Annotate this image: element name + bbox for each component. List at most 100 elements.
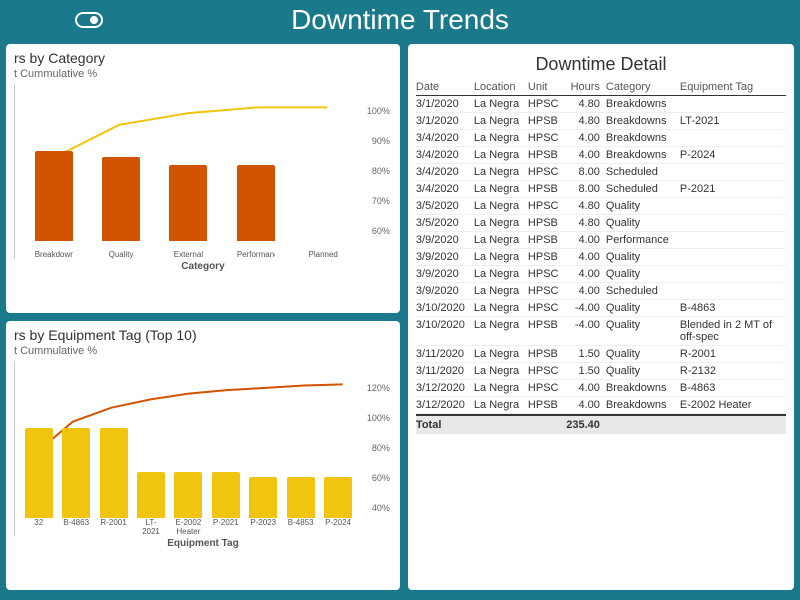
cell-category: Quality [606, 365, 680, 377]
y-tick: 120% [367, 383, 390, 393]
cell-tag [680, 98, 786, 110]
bar[interactable] [25, 428, 53, 518]
cell-tag [680, 285, 786, 297]
y-tick: 60% [372, 473, 390, 483]
detail-panel: Downtime Detail Date Location Unit Hours… [406, 42, 796, 592]
chart1-area: BreakdownsQualityExternalPerformancePlan… [14, 84, 392, 259]
bar[interactable] [137, 472, 165, 518]
col-category[interactable]: Category [606, 81, 680, 93]
cell-location: La Negra [474, 251, 528, 263]
table-row[interactable]: 3/11/2020La NegraHPSC1.50QualityR-2132 [416, 363, 786, 380]
table-row[interactable]: 3/1/2020La NegraHPSB4.80BreakdownsLT-202… [416, 113, 786, 130]
cell-hours: 4.00 [564, 234, 606, 246]
y-tick: 90% [372, 136, 390, 146]
cell-date: 3/4/2020 [416, 166, 474, 178]
cell-tag [680, 234, 786, 246]
cell-category: Scheduled [606, 183, 680, 195]
cell-category: Breakdowns [606, 115, 680, 127]
cell-location: La Negra [474, 399, 528, 411]
cell-unit: HPSB [528, 149, 564, 161]
cell-location: La Negra [474, 217, 528, 229]
cell-tag [680, 200, 786, 212]
detail-table[interactable]: Date Location Unit Hours Category Equipm… [416, 81, 786, 584]
cell-location: La Negra [474, 285, 528, 297]
table-row[interactable]: 3/5/2020La NegraHPSB4.80Quality [416, 215, 786, 232]
bar[interactable] [174, 472, 202, 518]
bar[interactable] [100, 428, 128, 518]
table-row[interactable]: 3/4/2020La NegraHPSB8.00ScheduledP-2021 [416, 181, 786, 198]
cell-hours: 4.00 [564, 132, 606, 144]
cell-location: La Negra [474, 98, 528, 110]
table-row[interactable]: 3/4/2020La NegraHPSC4.00Breakdowns [416, 130, 786, 147]
col-hours[interactable]: Hours [564, 81, 606, 93]
cell-location: La Negra [474, 115, 528, 127]
cell-category: Quality [606, 302, 680, 314]
bar[interactable] [102, 157, 140, 241]
cell-hours: 4.00 [564, 251, 606, 263]
page-title: Downtime Trends [0, 4, 800, 36]
cell-unit: HPSC [528, 132, 564, 144]
cell-category: Breakdowns [606, 382, 680, 394]
cell-location: La Negra [474, 200, 528, 212]
col-tag[interactable]: Equipment Tag [680, 81, 786, 93]
cell-category: Breakdowns [606, 149, 680, 161]
table-row[interactable]: 3/9/2020La NegraHPSC4.00Scheduled [416, 283, 786, 300]
cell-unit: HPSC [528, 268, 564, 280]
chart2-area: 32B-4863R-2001LT-2021E-2002 HeaterP-2021… [14, 361, 392, 536]
table-row[interactable]: 3/9/2020La NegraHPSB4.00Quality [416, 249, 786, 266]
chart1-y2: 60%70%80%90%100% [362, 84, 392, 259]
bar[interactable] [237, 165, 275, 241]
cell-tag: E-2002 Heater [680, 399, 786, 411]
toggle-icon[interactable] [75, 12, 103, 28]
cell-date: 3/9/2020 [416, 234, 474, 246]
cell-date: 3/12/2020 [416, 382, 474, 394]
bar[interactable] [62, 428, 90, 518]
table-row[interactable]: 3/12/2020La NegraHPSB4.00BreakdownsE-200… [416, 397, 786, 414]
col-unit[interactable]: Unit [528, 81, 564, 93]
table-row[interactable]: 3/4/2020La NegraHPSC8.00Scheduled [416, 164, 786, 181]
table-row[interactable]: 3/12/2020La NegraHPSC4.00BreakdownsB-486… [416, 380, 786, 397]
table-row[interactable]: 3/9/2020La NegraHPSB4.00Performance [416, 232, 786, 249]
bar[interactable] [212, 472, 240, 518]
cell-unit: HPSB [528, 115, 564, 127]
cell-tag: Blended in 2 MT of off-spec [680, 319, 786, 343]
col-date[interactable]: Date [416, 81, 474, 93]
cell-tag [680, 132, 786, 144]
table-row[interactable]: 3/5/2020La NegraHPSC4.80Quality [416, 198, 786, 215]
cell-date: 3/1/2020 [416, 98, 474, 110]
cell-location: La Negra [474, 183, 528, 195]
table-row[interactable]: 3/11/2020La NegraHPSB1.50QualityR-2001 [416, 346, 786, 363]
chart1-plot[interactable]: BreakdownsQualityExternalPerformancePlan… [14, 84, 362, 259]
cell-tag [680, 268, 786, 280]
bar-label: P-2023 [249, 518, 277, 536]
chart1-xlabel: Category [14, 261, 392, 272]
bar[interactable] [35, 151, 73, 241]
cell-date: 3/1/2020 [416, 115, 474, 127]
bar[interactable] [287, 477, 315, 518]
cell-hours: 4.80 [564, 200, 606, 212]
bar[interactable] [249, 477, 277, 518]
table-row[interactable]: 3/1/2020La NegraHPSC4.80Breakdowns [416, 96, 786, 113]
header: Downtime Trends [0, 0, 800, 42]
cell-date: 3/11/2020 [416, 365, 474, 377]
cell-category: Quality [606, 348, 680, 360]
cell-location: La Negra [474, 382, 528, 394]
bar-label: LT-2021 [137, 518, 165, 536]
cell-date: 3/5/2020 [416, 217, 474, 229]
col-location[interactable]: Location [474, 81, 528, 93]
table-row[interactable]: 3/9/2020La NegraHPSC4.00Quality [416, 266, 786, 283]
cell-location: La Negra [474, 166, 528, 178]
table-row[interactable]: 3/10/2020La NegraHPSB-4.00QualityBlended… [416, 317, 786, 346]
table-row[interactable]: 3/10/2020La NegraHPSC-4.00QualityB-4863 [416, 300, 786, 317]
cell-location: La Negra [474, 319, 528, 343]
cell-location: La Negra [474, 348, 528, 360]
chart2-y2: 40%60%80%100%120% [362, 361, 392, 536]
chart2-plot[interactable]: 32B-4863R-2001LT-2021E-2002 HeaterP-2021… [14, 361, 362, 536]
cell-hours: 4.80 [564, 217, 606, 229]
table-row[interactable]: 3/4/2020La NegraHPSB4.00BreakdownsP-2024 [416, 147, 786, 164]
bar[interactable] [169, 165, 207, 241]
cell-tag: R-2001 [680, 348, 786, 360]
bar[interactable] [324, 477, 352, 518]
cell-unit: HPSC [528, 365, 564, 377]
bar-label: External [169, 250, 207, 259]
